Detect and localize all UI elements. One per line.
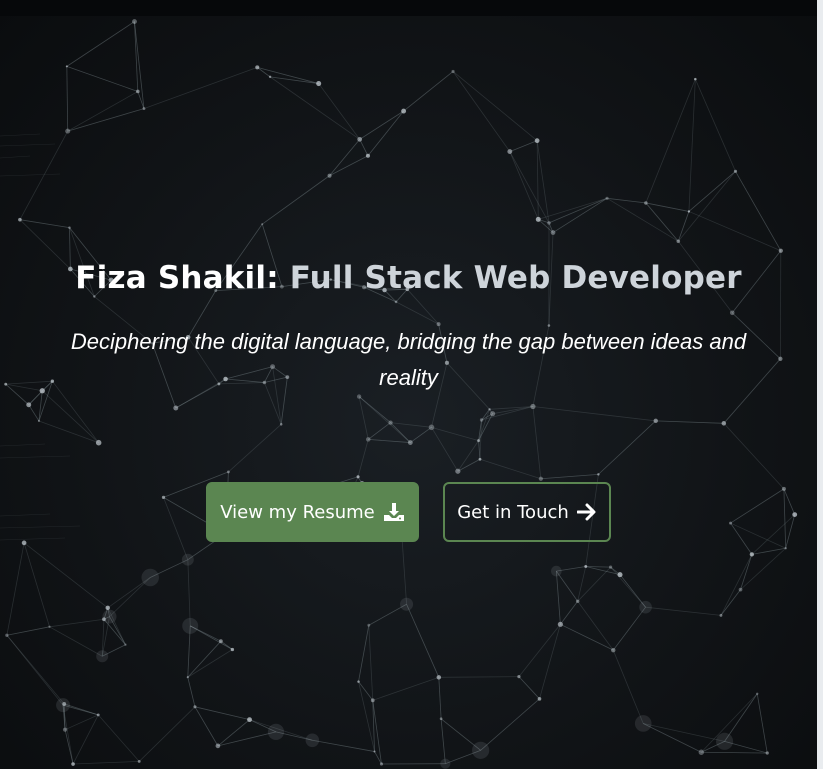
arrow-right-icon [576, 503, 596, 521]
hero-section: Fiza Shakil: Full Stack Web Developer De… [0, 16, 817, 769]
view-resume-button[interactable]: View my Resume [206, 482, 419, 542]
hero-title: Fiza Shakil: Full Stack Web Developer [0, 256, 817, 300]
top-bar [0, 0, 823, 16]
hero-role: Full Stack Web Developer [278, 260, 742, 296]
page: Fiza Shakil: Full Stack Web Developer De… [0, 0, 823, 769]
view-resume-label: View my Resume [220, 501, 375, 523]
hero-name: Fiza Shakil: [75, 260, 279, 296]
download-icon [383, 503, 404, 521]
window-edge [817, 0, 823, 769]
get-in-touch-label: Get in Touch [457, 501, 569, 523]
hero-tagline: Deciphering the digital language, bridgi… [70, 329, 747, 390]
get-in-touch-button[interactable]: Get in Touch [443, 482, 611, 542]
